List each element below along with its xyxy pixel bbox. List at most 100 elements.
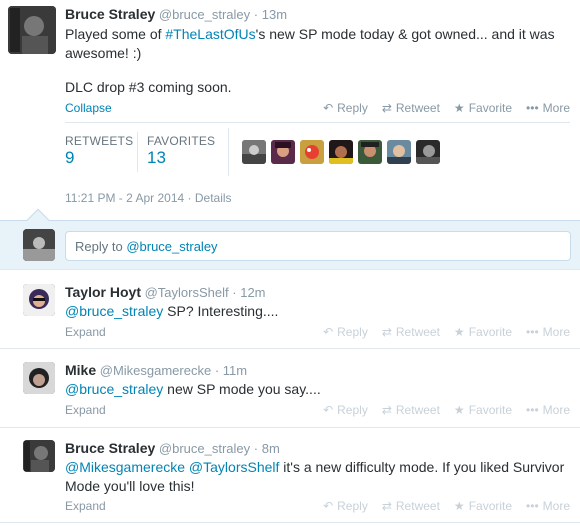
retweet-icon: ⇄ bbox=[381, 101, 392, 115]
star-icon: ★ bbox=[453, 325, 465, 339]
favoriter-avatar[interactable] bbox=[329, 140, 353, 164]
retweet-button[interactable]: ⇄ Retweet bbox=[382, 499, 440, 513]
retweet-icon: ⇄ bbox=[381, 325, 392, 339]
reply-author-handle[interactable]: @Mikesgamerecke bbox=[100, 363, 211, 378]
reply-button[interactable]: ↶ Reply bbox=[323, 325, 368, 339]
main-tweet-actions: ↶ Reply ⇄ Retweet ★ Favorite ••• More bbox=[323, 101, 570, 115]
reply-avatar[interactable] bbox=[23, 440, 55, 472]
favorite-button[interactable]: ★ Favorite bbox=[454, 499, 512, 513]
reply-author-name[interactable]: Mike bbox=[65, 362, 96, 378]
expand-link[interactable]: Expand bbox=[65, 403, 106, 417]
favorites-count: 13 bbox=[147, 148, 166, 167]
divider bbox=[65, 122, 570, 123]
favorite-label: Favorite bbox=[468, 101, 513, 115]
more-button[interactable]: ••• More bbox=[526, 325, 570, 339]
mention-link[interactable]: @TaylorsShelf bbox=[189, 459, 279, 475]
time-separator: · bbox=[253, 441, 259, 456]
reply-text-body: new SP mode you say.... bbox=[163, 381, 321, 397]
tweet-text-part: Played some of bbox=[65, 26, 166, 42]
retweet-button[interactable]: ⇄ Retweet bbox=[382, 325, 440, 339]
author-avatar[interactable] bbox=[8, 6, 56, 54]
more-button[interactable]: ••• More bbox=[526, 403, 570, 417]
favoriter-avatar[interactable] bbox=[387, 140, 411, 164]
reply-author-name[interactable]: Taylor Hoyt bbox=[65, 284, 141, 300]
reply-text: @bruce_straley SP? Interesting.... bbox=[65, 302, 278, 321]
mention-link[interactable]: @bruce_straley bbox=[65, 381, 163, 397]
favorite-label: Favorite bbox=[468, 499, 513, 513]
star-icon: ★ bbox=[453, 499, 465, 513]
stat-divider bbox=[137, 132, 138, 172]
hashtag-link[interactable]: #TheLastOfUs bbox=[165, 26, 255, 42]
star-icon: ★ bbox=[453, 403, 465, 417]
tweet-timestamp-row: 11:21 PM - 2 Apr 2014 · Details bbox=[65, 191, 232, 205]
reply-actions: ↶ Reply ⇄ Retweet ★ Favorite ••• More bbox=[323, 499, 570, 513]
reply-time[interactable]: 11m bbox=[223, 363, 247, 378]
favorites-stat[interactable]: FAVORITES 13 bbox=[147, 134, 215, 168]
current-user-avatar[interactable] bbox=[23, 229, 55, 261]
retweets-label: RETWEETS bbox=[65, 134, 134, 148]
retweet-button[interactable]: ⇄ Retweet bbox=[382, 403, 440, 417]
reply-label: Reply bbox=[337, 325, 368, 339]
reply-author-name[interactable]: Bruce Straley bbox=[65, 440, 155, 456]
reply-button[interactable]: ↶ Reply bbox=[323, 101, 368, 115]
retweet-label: Retweet bbox=[395, 499, 440, 513]
favoriter-avatar[interactable] bbox=[358, 140, 382, 164]
more-button[interactable]: ••• More bbox=[526, 101, 570, 115]
favorite-button[interactable]: ★ Favorite bbox=[454, 101, 512, 115]
reply-input-prefix: Reply to bbox=[75, 239, 127, 254]
retweet-label: Retweet bbox=[395, 325, 440, 339]
reply-author-handle[interactable]: @bruce_straley bbox=[159, 441, 250, 456]
collapse-link[interactable]: Collapse bbox=[65, 101, 112, 115]
favoriter-avatar[interactable] bbox=[300, 140, 324, 164]
retweets-stat[interactable]: RETWEETS 9 bbox=[65, 134, 133, 168]
reply-input-handle: @bruce_straley bbox=[126, 239, 218, 254]
reply-time[interactable]: 12m bbox=[240, 285, 265, 300]
more-dots-icon: ••• bbox=[526, 101, 539, 115]
time-separator: · bbox=[214, 363, 220, 378]
reply-time[interactable]: 8m bbox=[262, 441, 280, 456]
retweet-icon: ⇄ bbox=[381, 403, 392, 417]
favoriter-avatar[interactable] bbox=[271, 140, 295, 164]
expand-link[interactable]: Expand bbox=[65, 499, 106, 513]
reply-text: @Mikesgamerecke @TaylorsShelf it's a new… bbox=[65, 458, 570, 496]
favoriter-avatar[interactable] bbox=[242, 140, 266, 164]
tweet-text-line2: DLC drop #3 coming soon. bbox=[65, 79, 232, 95]
tweet-timestamp[interactable]: 11:21 PM - 2 Apr 2014 bbox=[65, 191, 184, 205]
retweet-label: Retweet bbox=[395, 101, 440, 115]
favorite-label: Favorite bbox=[468, 403, 513, 417]
favorite-button[interactable]: ★ Favorite bbox=[454, 325, 512, 339]
star-icon: ★ bbox=[453, 101, 465, 115]
tweet-time[interactable]: 13m bbox=[262, 7, 287, 22]
reply-text-body: SP? Interesting.... bbox=[163, 303, 279, 319]
reply-input[interactable]: Reply to @bruce_straley bbox=[65, 231, 571, 261]
stat-divider bbox=[228, 128, 229, 176]
reply-label: Reply bbox=[337, 499, 368, 513]
tweet-text: Played some of #TheLastOfUs's new SP mod… bbox=[65, 25, 570, 63]
details-link[interactable]: Details bbox=[195, 191, 232, 205]
reply-avatar[interactable] bbox=[23, 284, 55, 316]
reply-arrow-icon: ↶ bbox=[323, 403, 334, 417]
reply-text: @bruce_straley new SP mode you say.... bbox=[65, 380, 321, 399]
more-label: More bbox=[542, 499, 570, 513]
reply-button[interactable]: ↶ Reply bbox=[323, 499, 368, 513]
reply-button[interactable]: ↶ Reply bbox=[323, 403, 368, 417]
mention-link[interactable]: @Mikesgamerecke bbox=[65, 459, 185, 475]
more-label: More bbox=[542, 325, 570, 339]
reply-label: Reply bbox=[337, 403, 368, 417]
divider bbox=[0, 348, 580, 349]
more-dots-icon: ••• bbox=[526, 325, 539, 339]
favoriter-avatar[interactable] bbox=[416, 140, 440, 164]
favorite-button[interactable]: ★ Favorite bbox=[454, 403, 512, 417]
author-name[interactable]: Bruce Straley bbox=[65, 6, 155, 22]
mention-link[interactable]: @bruce_straley bbox=[65, 303, 163, 319]
reply-avatar[interactable] bbox=[23, 362, 55, 394]
reply-author-handle[interactable]: @TaylorsShelf bbox=[145, 285, 229, 300]
retweet-button[interactable]: ⇄ Retweet bbox=[382, 101, 440, 115]
author-handle[interactable]: @bruce_straley bbox=[159, 7, 250, 22]
more-dots-icon: ••• bbox=[526, 403, 539, 417]
retweets-count: 9 bbox=[65, 148, 75, 167]
more-dots-icon: ••• bbox=[526, 499, 539, 513]
more-button[interactable]: ••• More bbox=[526, 499, 570, 513]
expand-link[interactable]: Expand bbox=[65, 325, 106, 339]
more-label: More bbox=[542, 101, 570, 115]
